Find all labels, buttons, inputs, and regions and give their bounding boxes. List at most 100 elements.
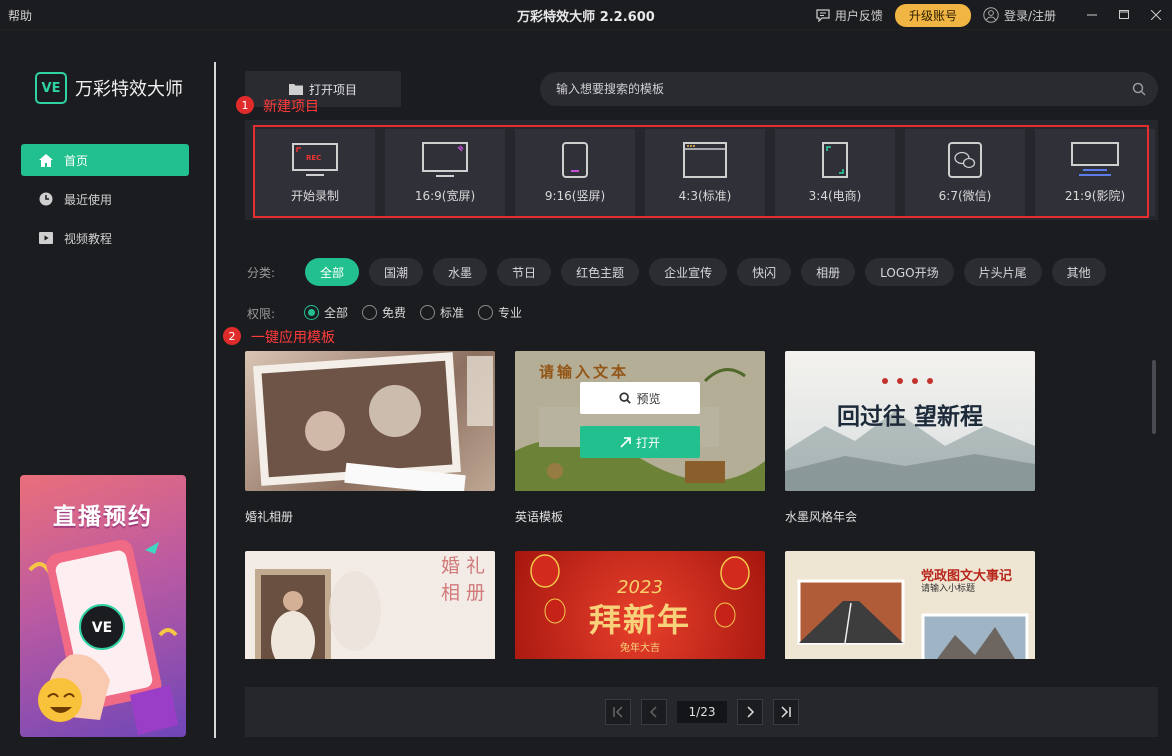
category-chip[interactable]: 片头片尾 xyxy=(963,258,1042,286)
chevron-left-icon xyxy=(649,706,657,718)
open-label: 打开 xyxy=(635,435,660,450)
template-card[interactable]: 婚礼相册 xyxy=(245,551,495,659)
page-indicator[interactable]: 1/23 xyxy=(677,701,727,723)
category-label: 分类: xyxy=(247,266,276,280)
pagination: 1/23 xyxy=(605,699,809,725)
radio-dot xyxy=(362,305,378,320)
prev-page-button[interactable] xyxy=(641,699,667,725)
logo-text: 万彩特效大师 xyxy=(75,79,183,100)
annotation-badge-1: 1 xyxy=(236,96,254,114)
permission-label: 权限: xyxy=(247,307,276,321)
template-title: 水墨风格年会 xyxy=(785,510,858,524)
template-card[interactable]: 党政图文大事记 请输入小标题 xyxy=(785,551,1035,659)
category-chip[interactable]: 企业宣传 xyxy=(649,258,728,286)
phone-illustration xyxy=(28,539,178,735)
template-card[interactable]: 请输入文本 预览 打开 英语模板 xyxy=(515,351,765,525)
maximize-icon xyxy=(1119,10,1129,19)
upgrade-account-button[interactable]: 升级账号 xyxy=(894,3,971,27)
close-icon xyxy=(1151,10,1161,20)
category-chip[interactable]: 红色主题 xyxy=(561,258,640,286)
thumb-heading: 婚礼相册 xyxy=(441,555,492,604)
feedback-label: 用户反馈 xyxy=(834,8,883,23)
permission-radio-free[interactable]: 免费 xyxy=(362,304,406,321)
title-bar: 帮助 万彩特效大师 2.2.600 用户反馈 升级账号 登录/注册 xyxy=(0,0,1172,30)
annotation-label-2: 一键应用模板 xyxy=(251,330,335,346)
first-page-button[interactable] xyxy=(605,699,631,725)
minimize-icon xyxy=(1087,14,1097,16)
category-chip[interactable]: 全部 xyxy=(305,258,360,286)
feedback-icon xyxy=(816,8,830,22)
category-chips: 全部 国潮 水墨 节日 红色主题 企业宣传 快闪 相册 LOGO开场 片头片尾 … xyxy=(305,258,1116,286)
template-thumbnail[interactable]: 党政图文大事记 请输入小标题 xyxy=(785,551,1035,659)
thumb-heading: 拜新年 xyxy=(588,601,691,639)
radio-label: 标准 xyxy=(440,306,465,320)
radio-label: 免费 xyxy=(382,306,407,320)
annotation-badge-2: 2 xyxy=(223,327,241,345)
thumb-subheading: 兔年大吉 xyxy=(620,643,660,654)
sidebar-item-home[interactable]: 首页 xyxy=(21,144,189,176)
app-logo: VE 万彩特效大师 xyxy=(35,72,183,104)
sidebar-divider xyxy=(214,62,216,738)
annotation-highlight-box xyxy=(253,125,1149,218)
next-page-button[interactable] xyxy=(737,699,763,725)
login-button[interactable]: 登录/注册 xyxy=(983,7,1056,24)
close-button[interactable] xyxy=(1140,0,1172,30)
help-menu[interactable]: 帮助 xyxy=(8,7,32,24)
search-icon[interactable] xyxy=(1132,82,1146,96)
radio-dot xyxy=(478,305,494,320)
sidebar-item-label: 最近使用 xyxy=(64,192,113,207)
category-chip[interactable]: 水墨 xyxy=(433,258,488,286)
category-chip[interactable]: 国潮 xyxy=(369,258,424,286)
arrow-up-right-icon xyxy=(620,436,631,448)
wedding-photo xyxy=(253,352,493,491)
folder-icon xyxy=(288,84,303,95)
category-chip[interactable]: LOGO开场 xyxy=(865,258,954,286)
maximize-button[interactable] xyxy=(1108,0,1140,30)
user-icon xyxy=(983,7,999,23)
category-chip[interactable]: 快闪 xyxy=(737,258,792,286)
category-chip[interactable]: 节日 xyxy=(497,258,552,286)
template-thumbnail[interactable]: 请输入文本 预览 打开 xyxy=(515,351,765,491)
template-grid: 婚礼相册 请输入文本 预览 打开 英语模板 回过往 望新程 水墨风格年会 婚礼相… xyxy=(245,351,1045,659)
search-input[interactable] xyxy=(556,72,1116,106)
live-promo-banner[interactable]: 直播预约 VE xyxy=(20,475,186,737)
permission-radio-all[interactable]: 全部 xyxy=(304,304,348,321)
template-thumbnail[interactable] xyxy=(245,351,495,491)
annotation-label-1: 新建项目 xyxy=(263,99,319,115)
first-page-icon xyxy=(613,706,623,718)
template-scrollbar[interactable] xyxy=(1152,360,1156,434)
video-icon xyxy=(39,232,53,244)
sidebar-item-tutorials[interactable]: 视频教程 xyxy=(21,222,189,254)
open-template-button[interactable]: 打开 xyxy=(580,426,700,458)
minimize-button[interactable] xyxy=(1076,0,1108,30)
chevron-right-icon xyxy=(747,706,755,718)
sidebar: VE 万彩特效大师 首页 最近使用 视频教程 直播预约 VE xyxy=(0,30,214,756)
template-card[interactable]: 婚礼相册 xyxy=(245,351,495,525)
search-icon xyxy=(619,392,632,404)
template-card[interactable]: 回过往 望新程 水墨风格年会 xyxy=(785,351,1035,525)
template-thumbnail[interactable]: 婚礼相册 xyxy=(245,551,495,659)
radio-dot xyxy=(420,305,436,320)
clock-icon xyxy=(39,192,53,206)
template-title: 婚礼相册 xyxy=(245,510,294,524)
category-chip[interactable]: 相册 xyxy=(801,258,856,286)
template-thumbnail[interactable]: 回过往 望新程 xyxy=(785,351,1035,491)
template-thumbnail[interactable]: 2023 拜新年 兔年大吉 xyxy=(515,551,765,659)
sidebar-item-label: 首页 xyxy=(64,153,89,168)
last-page-icon xyxy=(781,706,791,718)
radio-dot xyxy=(304,305,319,320)
radio-label: 专业 xyxy=(498,306,523,320)
preview-button[interactable]: 预览 xyxy=(580,382,700,414)
thumb-heading: 回过往 望新程 xyxy=(836,403,983,430)
sidebar-item-recent[interactable]: 最近使用 xyxy=(21,183,189,215)
permission-radio-standard[interactable]: 标准 xyxy=(420,304,464,321)
permission-radio-pro[interactable]: 专业 xyxy=(478,304,522,321)
template-title: 英语模板 xyxy=(515,510,564,524)
sidebar-item-label: 视频教程 xyxy=(64,231,113,246)
logo-mark: VE xyxy=(35,72,67,104)
feedback-button[interactable]: 用户反馈 xyxy=(816,7,883,24)
category-chip[interactable]: 其他 xyxy=(1051,258,1106,286)
last-page-button[interactable] xyxy=(773,699,799,725)
template-card[interactable]: 2023 拜新年 兔年大吉 xyxy=(515,551,765,659)
open-project-label: 打开项目 xyxy=(308,82,357,97)
